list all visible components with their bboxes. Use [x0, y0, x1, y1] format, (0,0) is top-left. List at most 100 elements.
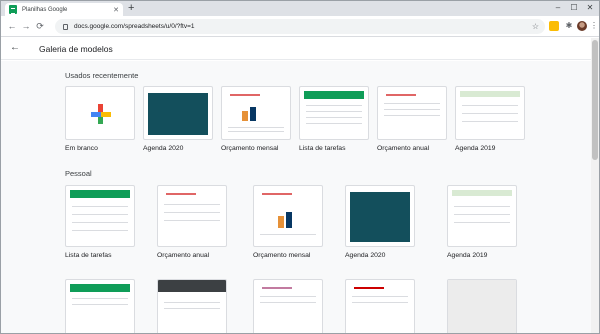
section-title-personal: Pessoal	[65, 169, 92, 178]
preview-line	[352, 296, 408, 297]
url-text: docs.google.com/spreadsheets/u/0/?ftv=1	[74, 23, 195, 30]
template-card[interactable]: Orçamento mensal	[253, 185, 323, 259]
page-title: Galeria de modelos	[39, 44, 113, 54]
section-title-recent: Usados recentemente	[65, 71, 139, 80]
template-thumbnail[interactable]	[65, 279, 135, 333]
preview-line	[306, 105, 362, 106]
preview-line	[72, 214, 128, 215]
plus-icon-bar	[91, 112, 111, 117]
template-card[interactable]: Lista de tarefas	[299, 86, 369, 152]
template-thumbnail[interactable]	[345, 279, 415, 333]
template-thumbnail[interactable]	[447, 185, 517, 247]
address-bar[interactable]: docs.google.com/spreadsheets/u/0/?ftv=1 …	[55, 19, 545, 34]
forward-icon[interactable]: →	[20, 20, 32, 32]
template-thumbnail[interactable]	[157, 279, 227, 333]
scrollbar-thumb[interactable]	[592, 40, 598, 160]
template-thumbnail[interactable]	[253, 279, 323, 333]
template-thumbnail[interactable]	[65, 185, 135, 247]
template-thumbnail[interactable]	[377, 86, 447, 140]
template-card[interactable]	[157, 279, 227, 333]
preview-line	[72, 304, 128, 305]
close-tab-icon[interactable]: ✕	[113, 6, 119, 14]
template-label: Orçamento mensal	[253, 252, 311, 259]
template-thumbnail[interactable]	[447, 279, 517, 333]
template-card[interactable]: Orçamento anual	[157, 185, 227, 259]
new-tab-icon[interactable]: +	[128, 3, 134, 14]
template-card[interactable]	[65, 279, 135, 333]
preview-line	[462, 105, 518, 106]
preview-line	[462, 121, 518, 122]
template-label: Agenda 2020	[345, 252, 386, 259]
lock-icon	[63, 23, 68, 30]
minimize-icon[interactable]: –	[551, 2, 565, 14]
template-label: Orçamento anual	[377, 145, 430, 152]
reload-icon[interactable]: ⟳	[34, 20, 46, 32]
preview-line	[454, 222, 510, 223]
preview-line	[72, 206, 128, 207]
close-window-icon[interactable]: ✕	[583, 2, 597, 14]
template-thumbnail[interactable]	[455, 86, 525, 140]
back-icon[interactable]: ←	[6, 20, 18, 32]
template-label: Agenda 2020	[143, 145, 184, 152]
preview-line	[260, 302, 316, 303]
preview-bar	[242, 111, 248, 121]
back-arrow-icon[interactable]: ←	[10, 42, 20, 54]
template-card[interactable]	[345, 279, 415, 333]
calendar-preview	[350, 192, 410, 242]
template-thumbnail[interactable]	[65, 86, 135, 140]
template-label: Orçamento anual	[157, 252, 210, 259]
preview-line	[228, 131, 284, 132]
preview-line	[72, 230, 128, 231]
preview-title	[230, 94, 260, 96]
preview-line	[306, 111, 362, 112]
scrollbar[interactable]	[591, 38, 599, 333]
preview-line	[164, 302, 220, 303]
template-thumbnail[interactable]	[253, 185, 323, 247]
preview-line	[72, 298, 128, 299]
template-card[interactable]: Agenda 2020	[143, 86, 213, 152]
preview-line	[260, 296, 316, 297]
extension-icon[interactable]	[549, 21, 559, 31]
preview-header	[70, 284, 130, 292]
template-label: Em branco	[65, 145, 98, 152]
template-thumbnail[interactable]	[221, 86, 291, 140]
profile-avatar[interactable]	[577, 21, 587, 31]
preview-header	[158, 280, 226, 292]
preview-bar	[278, 216, 284, 228]
preview-line	[384, 115, 440, 116]
browser-window: Planilhas Google ✕ + – ☐ ✕ ← → ⟳ docs.go…	[0, 0, 600, 334]
template-card[interactable]: Orçamento anual	[377, 86, 447, 152]
template-thumbnail[interactable]	[299, 86, 369, 140]
template-card[interactable]: Agenda 2019	[447, 185, 517, 259]
preview-line	[164, 212, 220, 213]
template-thumbnail[interactable]	[143, 86, 213, 140]
template-card[interactable]: Orçamento mensal	[221, 86, 291, 152]
template-card[interactable]: Agenda 2020	[345, 185, 415, 259]
preview-title	[262, 287, 292, 289]
template-thumbnail[interactable]	[345, 185, 415, 247]
preview-line	[164, 308, 220, 309]
template-card[interactable]: Lista de tarefas	[65, 185, 135, 259]
template-label: Agenda 2019	[455, 145, 496, 152]
browser-tab[interactable]: Planilhas Google ✕	[5, 3, 123, 16]
preview-line	[384, 103, 440, 104]
template-card[interactable]: Em branco	[65, 86, 135, 152]
template-label: Orçamento mensal	[221, 145, 279, 152]
sheets-favicon-icon	[9, 5, 17, 14]
preview-header	[452, 190, 512, 196]
template-card[interactable]: Agenda 2019	[455, 86, 525, 152]
template-card[interactable]	[447, 279, 517, 333]
app-header: ← Galeria de modelos	[1, 38, 591, 60]
extensions-puzzle-icon[interactable]: ✱	[564, 21, 574, 31]
preview-line	[260, 234, 316, 235]
template-card[interactable]	[253, 279, 323, 333]
preview-background	[448, 280, 516, 333]
preview-line	[164, 204, 220, 205]
template-thumbnail[interactable]	[157, 185, 227, 247]
browser-toolbar: ← → ⟳ docs.google.com/spreadsheets/u/0/?…	[1, 16, 599, 37]
bookmark-star-icon[interactable]: ☆	[532, 22, 539, 31]
preview-header	[304, 91, 364, 99]
preview-line	[306, 123, 362, 124]
browser-menu-icon[interactable]: ⋮	[590, 21, 598, 31]
maximize-icon[interactable]: ☐	[567, 2, 581, 14]
